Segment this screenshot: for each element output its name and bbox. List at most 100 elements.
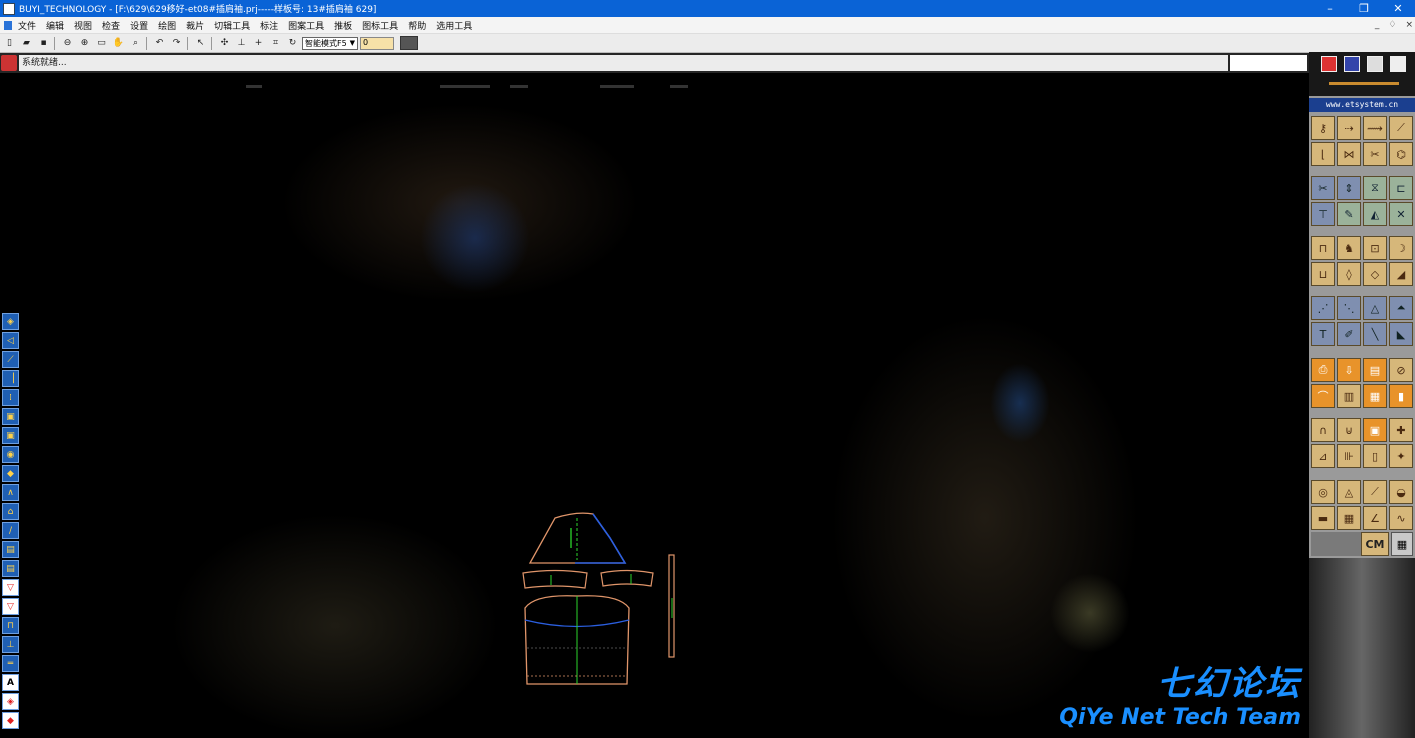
seam-tool-icon[interactable]: ⊔ [1311, 262, 1335, 286]
left-tool-icon[interactable]: ▽ [2, 579, 19, 596]
triangle-tool-icon[interactable]: △ [1363, 296, 1387, 320]
save-icon[interactable]: ▪ [36, 36, 51, 50]
left-tool-icon[interactable]: ◆ [2, 465, 19, 482]
mdi-close-button[interactable]: × [1405, 20, 1413, 30]
unit-label[interactable]: CM [1361, 532, 1389, 556]
menu-file[interactable]: 文件 [18, 19, 36, 32]
measure-tool-icon[interactable]: ⚷ [1311, 116, 1335, 140]
document-icon[interactable] [1390, 56, 1406, 72]
menu-grading[interactable]: 推板 [334, 19, 352, 32]
split-tool-icon[interactable]: ⋈ [1337, 142, 1361, 166]
sign-tool-icon[interactable]: ⊪ [1337, 444, 1361, 468]
path-tool-icon[interactable]: ∿ [1389, 506, 1413, 530]
redo-icon[interactable]: ↷ [169, 36, 184, 50]
ruler-tool-icon[interactable]: ▬ [1311, 506, 1335, 530]
left-tool-icon[interactable]: ◈ [2, 693, 19, 710]
view-icon[interactable] [1321, 56, 1337, 72]
undo-icon[interactable]: ↶ [152, 36, 167, 50]
zoom-in-icon[interactable]: ⊕ [77, 36, 92, 50]
zoom-fit-icon[interactable]: ▭ [94, 36, 109, 50]
mdi-restore-button[interactable]: ♢ [1388, 20, 1396, 30]
document-icon[interactable] [4, 20, 12, 30]
new-file-icon[interactable]: ▯ [2, 36, 17, 50]
distribute-tool-icon[interactable]: ⋰ [1311, 296, 1335, 320]
left-tool-icon[interactable]: ▤ [2, 541, 19, 558]
magnet-tool-icon[interactable]: ∩ [1311, 418, 1335, 442]
left-tool-icon[interactable]: ◉ [2, 446, 19, 463]
symmetric-tool-icon[interactable]: ⌬ [1389, 142, 1413, 166]
rotate-icon[interactable]: ↻ [285, 36, 300, 50]
left-tool-icon[interactable]: ▽ [2, 598, 19, 615]
left-tool-icon[interactable]: ▣ [2, 408, 19, 425]
export-tool-icon[interactable]: ▤ [1363, 358, 1387, 382]
drawing-canvas[interactable]: 七幻论坛 QiYe Net Tech Team [0, 73, 1309, 738]
tape-measure-icon[interactable]: ◎ [1311, 480, 1335, 504]
label-tool-icon[interactable]: ⊿ [1311, 444, 1335, 468]
menu-help[interactable]: 帮助 [408, 19, 426, 32]
delete-tool-icon[interactable]: ✕ [1389, 202, 1413, 226]
left-tool-icon[interactable]: ◈ [2, 313, 19, 330]
left-tool-icon[interactable]: ⊥ [2, 636, 19, 653]
cup-tool-icon[interactable]: ⊍ [1337, 418, 1361, 442]
mdi-minimize-button[interactable]: _ [1375, 20, 1380, 30]
curve-export-tool-icon[interactable]: ⌒ [1311, 384, 1335, 408]
angle-tool-icon[interactable]: ∠ [1363, 506, 1387, 530]
slash-tool-icon[interactable]: ╲ [1363, 322, 1387, 346]
line-measure-icon[interactable]: ⟋ [1363, 480, 1387, 504]
left-tool-icon[interactable]: ▕ [2, 370, 19, 387]
menu-cut-tools[interactable]: 切辑工具 [214, 19, 250, 32]
menu-edit[interactable]: 编辑 [46, 19, 64, 32]
fill-tool-icon[interactable]: ◣ [1389, 322, 1413, 346]
notch-tool-icon[interactable]: ◊ [1337, 262, 1361, 286]
menu-pieces[interactable]: 裁片 [186, 19, 204, 32]
mode-select[interactable]: 智能模式F5 ▼ [302, 36, 358, 50]
menu-settings[interactable]: 设置 [130, 19, 148, 32]
crosshair-icon[interactable]: + [251, 36, 266, 50]
number-input[interactable]: 0 [360, 36, 394, 50]
file-tool-icon[interactable]: ▮ [1389, 384, 1413, 408]
join-tool-icon[interactable]: ⊏ [1389, 176, 1413, 200]
close-button[interactable]: ✕ [1381, 0, 1415, 17]
move-tool-icon[interactable]: ⇕ [1337, 176, 1361, 200]
minimize-button[interactable]: – [1313, 0, 1347, 17]
menu-check[interactable]: 检查 [102, 19, 120, 32]
point-tool-icon[interactable]: ⇢ [1337, 116, 1361, 140]
chart-tool-icon[interactable]: ▥ [1337, 384, 1361, 408]
flare-tool-icon[interactable]: ◇ [1363, 262, 1387, 286]
grid-icon[interactable]: ⌗ [268, 36, 283, 50]
menu-icon-tools[interactable]: 图标工具 [362, 19, 398, 32]
arc-tool-icon[interactable]: ⌊ [1311, 142, 1335, 166]
pocket-tool-icon[interactable]: ⊡ [1363, 236, 1387, 260]
menu-select-tools[interactable]: 选用工具 [436, 19, 472, 32]
cut-tool-icon[interactable]: ✂ [1363, 142, 1387, 166]
zoom-window-icon[interactable]: ⌕ [128, 36, 143, 50]
zoom-out-icon[interactable]: ⊖ [60, 36, 75, 50]
left-tool-icon[interactable]: ∧ [2, 484, 19, 501]
left-tool-icon[interactable]: ▣ [2, 427, 19, 444]
layer-icon[interactable] [400, 36, 418, 50]
table-tool-icon[interactable]: ▦ [1363, 384, 1387, 408]
pin-cushion-tool-icon[interactable]: ✦ [1389, 444, 1413, 468]
menu-draw[interactable]: 绘图 [158, 19, 176, 32]
pattern-pieces[interactable] [515, 508, 685, 688]
no-export-tool-icon[interactable]: ⊘ [1389, 358, 1413, 382]
left-tool-icon[interactable]: ▤ [2, 560, 19, 577]
plus-tool-icon[interactable]: ✚ [1389, 418, 1413, 442]
left-tool-icon[interactable]: ═ [2, 655, 19, 672]
left-tool-icon[interactable]: ◆ [2, 712, 19, 729]
spread-tool-icon[interactable]: ⋱ [1337, 296, 1361, 320]
select-arrow-icon[interactable]: ↖ [193, 36, 208, 50]
menu-view[interactable]: 视图 [74, 19, 92, 32]
menu-annotate[interactable]: 标注 [260, 19, 278, 32]
dart-tool-icon[interactable]: ⊓ [1311, 236, 1335, 260]
pin-tool-icon[interactable]: ⊤ [1311, 202, 1335, 226]
pen-tool-icon[interactable]: ✐ [1337, 322, 1361, 346]
pan-hand-icon[interactable]: ✋ [111, 36, 126, 50]
mirror-tool-icon[interactable]: ⧖ [1363, 176, 1387, 200]
scissors-tool-icon[interactable]: ✂ [1311, 176, 1335, 200]
color-icon[interactable] [1344, 56, 1360, 72]
collar-tool-icon[interactable]: ☽ [1389, 236, 1413, 260]
left-tool-icon[interactable]: ⊓ [2, 617, 19, 634]
sleeve-tool-icon[interactable]: ◢ [1389, 262, 1413, 286]
curve-tool-icon[interactable]: ⟋ [1389, 116, 1413, 140]
